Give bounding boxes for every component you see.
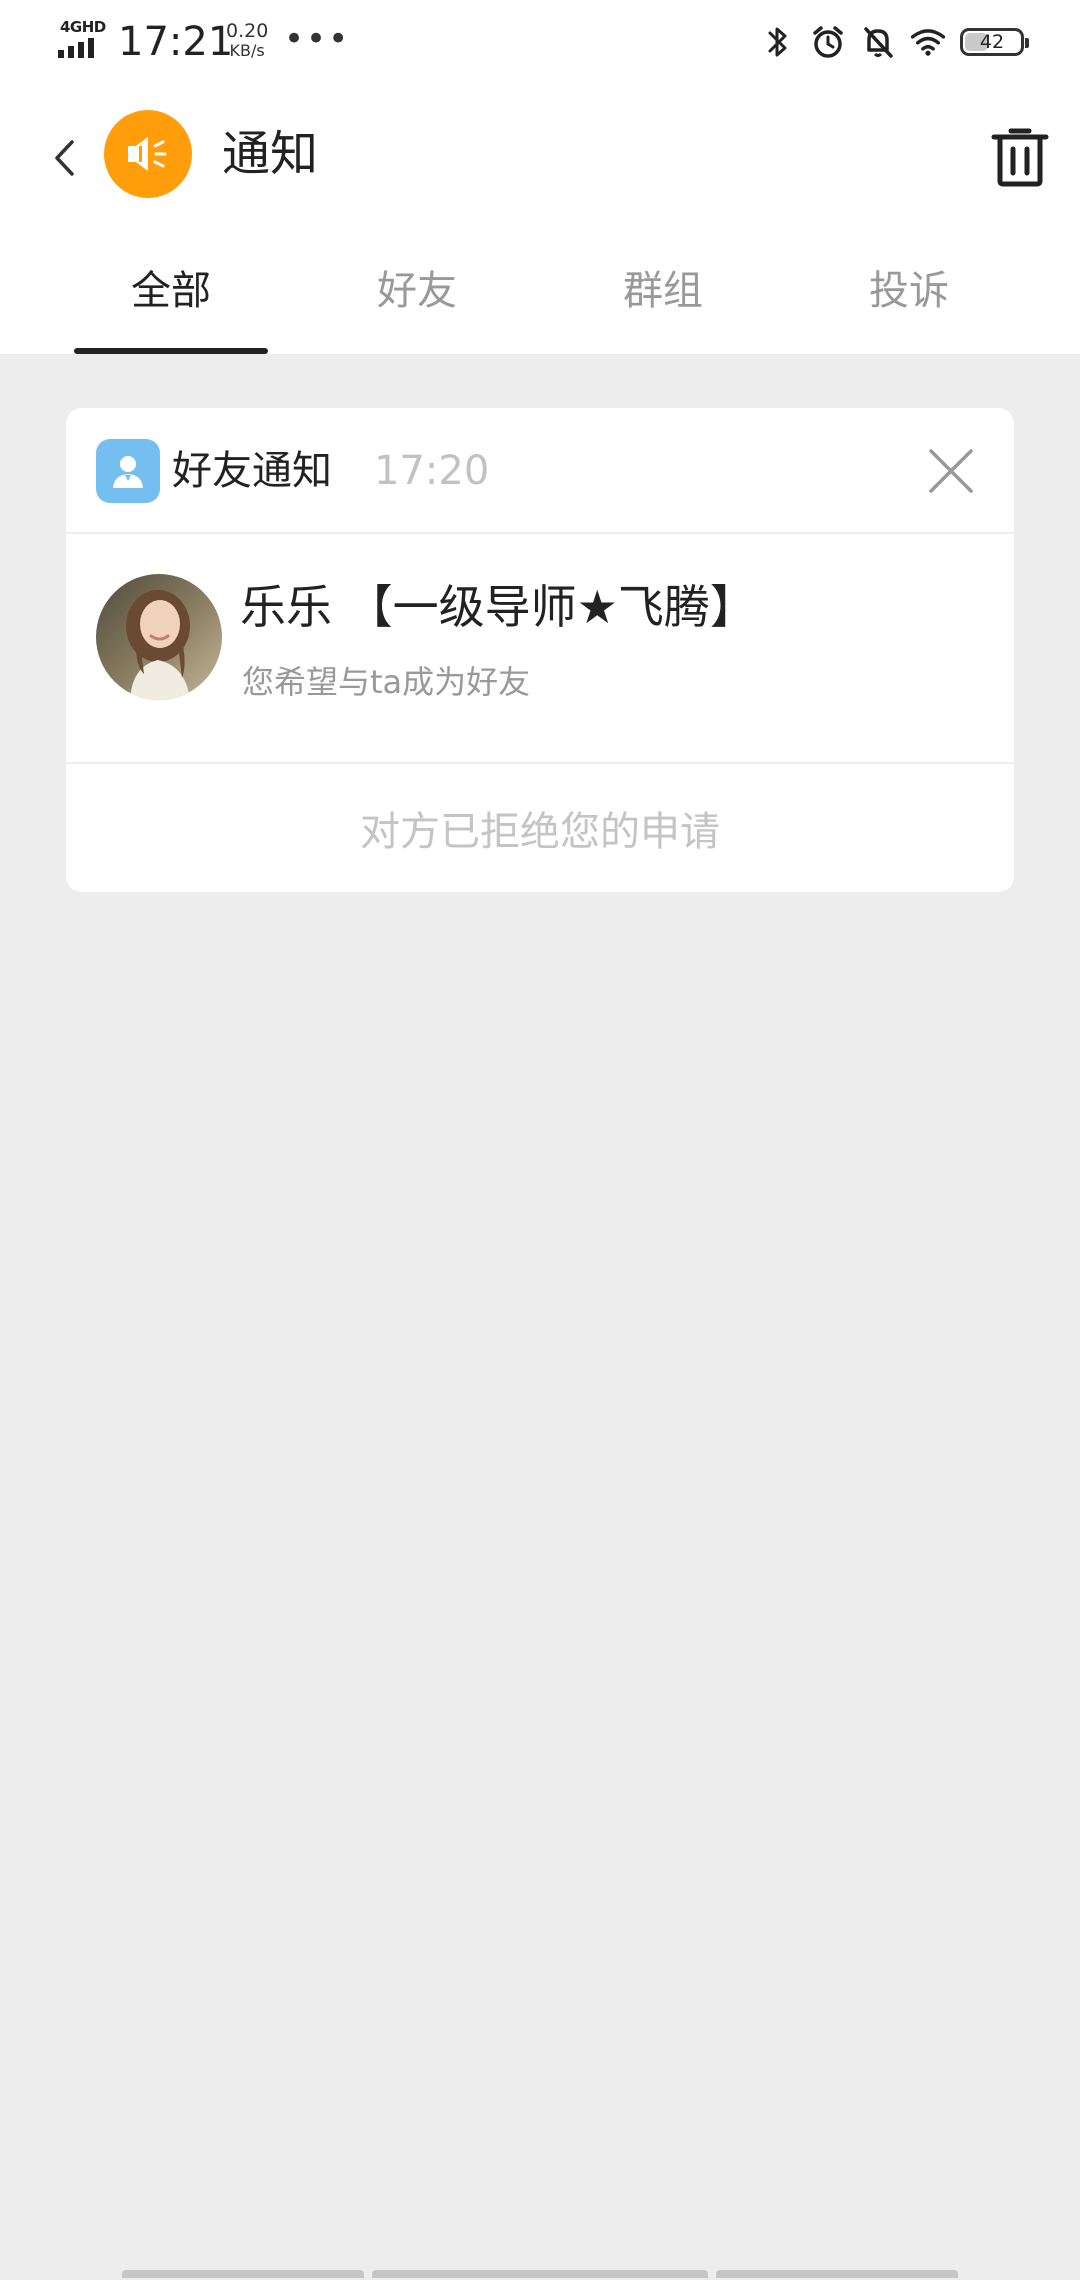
tab-groups[interactable]: 群组 <box>563 266 763 316</box>
request-status-text: 对方已拒绝您的申请 <box>360 809 720 855</box>
notification-category: 好友通知 <box>172 448 332 494</box>
back-button[interactable] <box>44 128 84 188</box>
delete-button[interactable] <box>988 122 1052 190</box>
bottom-gesture-bar <box>0 2270 1080 2280</box>
active-tab-indicator <box>74 348 268 354</box>
notification-user-row[interactable]: 乐乐 【一级导师★飞腾】 您希望与ta成为好友 <box>66 534 1014 764</box>
status-icons: 42 <box>760 22 1029 62</box>
network-speed: 0.20 KB/s <box>226 20 269 61</box>
back-arrow-icon <box>55 140 74 176</box>
request-status: 对方已拒绝您的申请 <box>66 764 1014 892</box>
friend-notice-icon <box>96 439 160 503</box>
bell-off-icon <box>860 24 896 60</box>
alarm-icon <box>810 24 846 60</box>
tab-complaints[interactable]: 投诉 <box>809 266 1009 316</box>
user-avatar[interactable] <box>96 574 222 700</box>
user-name: 乐乐 【一级导师★飞腾】 <box>240 580 756 634</box>
more-status-dots: ••• <box>284 19 351 59</box>
header-bar: 通知 <box>0 84 1080 230</box>
notification-message: 您希望与ta成为好友 <box>242 663 531 701</box>
status-bar: 4GHD 17:21 0.20 KB/s ••• 42 <box>0 0 1080 84</box>
notification-card: 好友通知 17:20 乐乐 【一级导师★飞腾】 您希望与ta成为好友 对方已拒绝… <box>66 408 1014 892</box>
battery-icon: 42 <box>960 28 1029 56</box>
status-time: 17:21 <box>118 19 234 65</box>
tab-all[interactable]: 全部 <box>71 266 271 316</box>
network-speed-value: 0.20 <box>226 20 269 42</box>
network-type: 4GHD <box>60 18 106 36</box>
gesture-segment[interactable] <box>372 2270 708 2278</box>
speaker-icon <box>128 137 167 171</box>
signal-icon: 4GHD <box>58 18 106 60</box>
dismiss-notification-button[interactable] <box>926 446 976 496</box>
battery-level: 42 <box>979 31 1005 53</box>
page-title: 通知 <box>222 126 319 182</box>
notice-avatar <box>104 110 192 198</box>
close-icon <box>929 449 973 493</box>
bluetooth-icon <box>760 24 796 60</box>
tab-bar: 全部 好友 群组 投诉 <box>0 230 1080 354</box>
gesture-segment[interactable] <box>122 2270 364 2278</box>
gesture-segment[interactable] <box>716 2270 958 2278</box>
tab-friends[interactable]: 好友 <box>317 266 517 316</box>
network-speed-unit: KB/s <box>229 41 265 60</box>
trash-icon <box>991 128 1049 187</box>
notification-time: 17:20 <box>374 448 490 494</box>
notification-card-header: 好友通知 17:20 <box>66 408 1014 534</box>
wifi-icon <box>910 24 946 60</box>
